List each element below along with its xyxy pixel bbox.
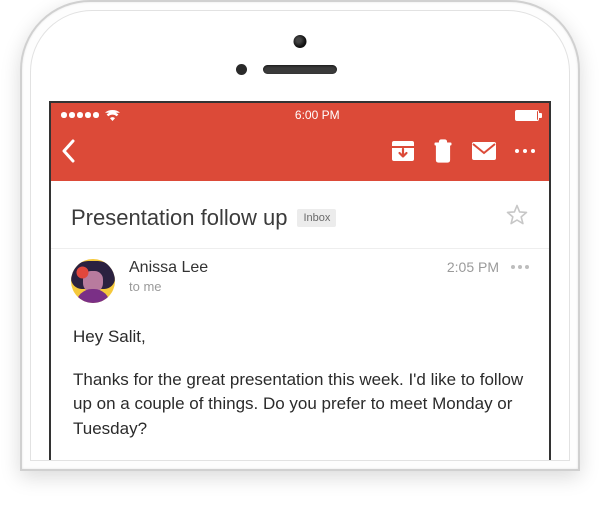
phone-bezel: 6:00 PM (30, 10, 570, 461)
mark-unread-button[interactable] (471, 141, 497, 161)
sender-meta: Anissa Lee to me (129, 259, 433, 294)
email-content: Presentation follow up Inbox (51, 181, 549, 442)
screen: 6:00 PM (49, 101, 551, 460)
status-right (515, 110, 539, 121)
body-paragraph: Thanks for the great presentation this w… (73, 368, 527, 442)
phone-sensors (31, 31, 569, 101)
email-body: Hey Salit, Thanks for the great presenta… (51, 311, 549, 442)
email-time: 2:05 PM (447, 259, 499, 275)
signal-strength-icon (61, 112, 99, 118)
earpiece-speaker (263, 65, 337, 74)
trash-icon (433, 139, 453, 163)
sender-row[interactable]: Anissa Lee to me 2:05 PM (51, 249, 549, 311)
status-bar: 6:00 PM (51, 103, 549, 127)
star-outline-icon (505, 203, 529, 227)
mail-icon (471, 141, 497, 161)
app-bar (51, 127, 549, 181)
message-more-button[interactable] (511, 265, 529, 269)
sender-right: 2:05 PM (447, 259, 529, 275)
phone-frame: 6:00 PM (20, 0, 580, 471)
email-subject: Presentation follow up (71, 205, 287, 231)
subject-row: Presentation follow up Inbox (51, 181, 549, 248)
front-camera (294, 35, 307, 48)
back-button[interactable] (61, 139, 75, 163)
more-icon (515, 149, 536, 154)
archive-icon (391, 140, 415, 162)
delete-button[interactable] (433, 139, 453, 163)
inbox-label[interactable]: Inbox (297, 209, 336, 227)
status-left (61, 110, 120, 121)
sender-name: Anissa Lee (129, 259, 433, 277)
wifi-icon (105, 110, 120, 121)
star-button[interactable] (505, 203, 529, 232)
proximity-sensor (236, 64, 247, 75)
battery-icon (515, 110, 539, 121)
body-greeting: Hey Salit, (73, 325, 527, 350)
recipient-line[interactable]: to me (129, 279, 433, 294)
status-time: 6:00 PM (295, 108, 340, 122)
avatar[interactable] (71, 259, 115, 303)
more-button[interactable] (515, 149, 536, 154)
archive-button[interactable] (391, 140, 415, 162)
